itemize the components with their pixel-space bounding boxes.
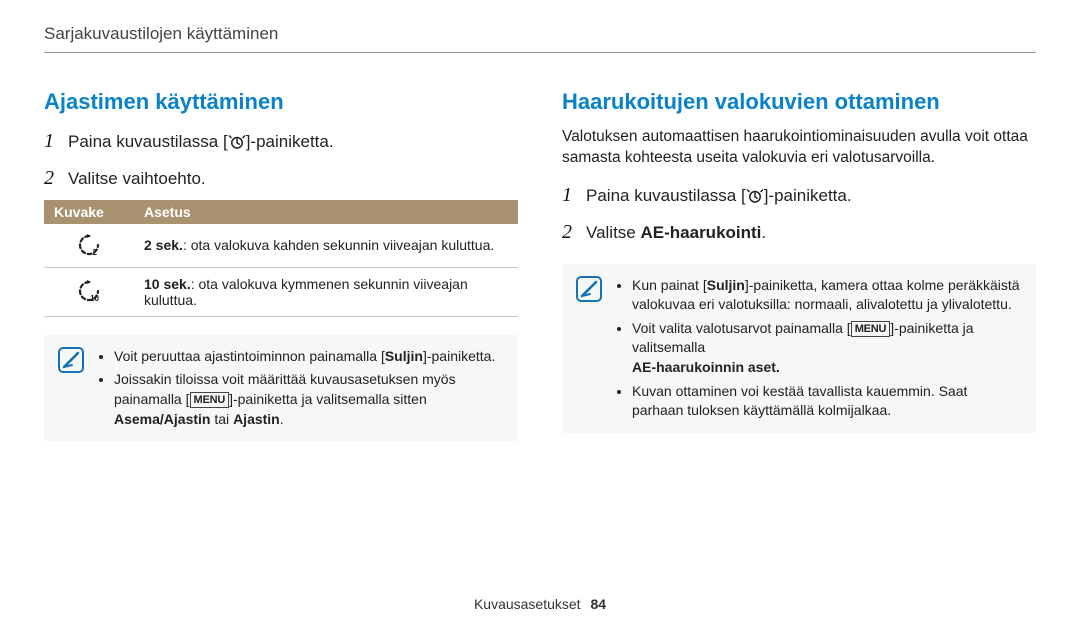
right-step2-a: Valitse (586, 223, 641, 242)
right-step-2: 2 Valitse AE-haarukointi. (562, 218, 1036, 246)
right-step-1: 1 Paina kuvaustilassa [ ]-painiketta. (562, 181, 1036, 212)
footer-section: Kuvausasetukset (474, 596, 581, 612)
menu-icon: MENU (190, 392, 230, 408)
menu-icon: MENU (851, 321, 891, 337)
note-bullet: Voit peruuttaa ajastintoiminnon painamal… (114, 347, 504, 367)
th-icon: Kuvake (44, 200, 134, 224)
text: ]-painiketta. (423, 348, 495, 364)
right-step2-bold: AE-haarukointi (641, 223, 762, 242)
note-bullet: Kuvan ottaminen voi kestää tavallista ka… (632, 382, 1022, 421)
left-note: Voit peruuttaa ajastintoiminnon painamal… (44, 335, 518, 441)
left-heading: Ajastimen käyttäminen (44, 89, 518, 115)
table-row: 10 10 sek.: ota valokuva kymmenen sekunn… (44, 267, 518, 316)
note-bold: Suljin (707, 277, 745, 293)
note-bullet: Voit valita valotusarvot painamalla [MEN… (632, 319, 1022, 378)
step-number: 1 (562, 181, 576, 209)
note-bold: AE-haarukoinnin aset. (632, 359, 780, 375)
row1-rest: : ota valokuva kahden sekunnin viiveajan… (183, 237, 494, 253)
svg-text:10: 10 (90, 294, 99, 302)
note-bullet: Kun painat [Suljin]-painiketta, kamera o… (632, 276, 1022, 315)
left-column: Ajastimen käyttäminen 1 Paina kuvaustila… (44, 89, 518, 441)
right-step1-a: Paina kuvaustilassa [ (586, 186, 746, 205)
right-step2-end: . (761, 223, 766, 242)
text: . (280, 411, 284, 427)
note-bold: Suljin (385, 348, 423, 364)
text: ]-painiketta ja valitsemalla sitten (229, 391, 427, 407)
footer-page-number: 84 (590, 596, 606, 612)
th-setting: Asetus (134, 200, 518, 224)
left-step-1: 1 Paina kuvaustilassa [ ]-painiketta. (44, 127, 518, 158)
left-step1-a: Paina kuvaustilassa [ (68, 132, 228, 151)
table-row: 2 2 sek.: ota valokuva kahden sekunnin v… (44, 224, 518, 268)
step-number: 2 (562, 218, 576, 246)
timer-2s-icon: 2 (77, 243, 101, 259)
row2-rest: : ota valokuva kymmenen sekunnin viiveaj… (144, 276, 468, 308)
burst-timer-icon (228, 133, 246, 158)
page-footer: Kuvausasetukset 84 (0, 596, 1080, 612)
timer-10s-icon: 10 (77, 289, 101, 305)
timer-options-table: Kuvake Asetus 2 (44, 200, 518, 317)
svg-text:2: 2 (93, 248, 98, 256)
breadcrumb: Sarjakuvaustilojen käyttäminen (44, 24, 1036, 53)
note-bold: Ajastin (233, 411, 280, 427)
step-number: 1 (44, 127, 58, 155)
step-number: 2 (44, 164, 58, 192)
note-icon (58, 347, 84, 429)
text: Voit valita valotusarvot painamalla [ (632, 320, 851, 336)
note-bullet: Joissakin tiloissa voit määrittää kuvaus… (114, 370, 504, 429)
right-note: Kun painat [Suljin]-painiketta, kamera o… (562, 264, 1036, 433)
right-heading: Haarukoitujen valokuvien ottaminen (562, 89, 1036, 115)
burst-timer-icon (746, 187, 764, 212)
right-intro: Valotuksen automaattisen haarukointiomin… (562, 127, 1036, 169)
row1-bold: 2 sek. (144, 237, 183, 253)
text: Kuvan ottaminen voi kestää tavallista ka… (632, 383, 967, 419)
note-icon (576, 276, 602, 421)
row2-bold: 10 sek. (144, 276, 191, 292)
text: Kun painat [ (632, 277, 707, 293)
left-step1-b: ]-painiketta. (246, 132, 334, 151)
left-step-2: 2 Valitse vaihtoehto. (44, 164, 518, 192)
left-step2-text: Valitse vaihtoehto. (68, 167, 206, 191)
right-step1-b: ]-painiketta. (764, 186, 852, 205)
text: tai (210, 411, 233, 427)
right-column: Haarukoitujen valokuvien ottaminen Valot… (562, 89, 1036, 433)
note-bold: Asema/Ajastin (114, 411, 210, 427)
text: Voit peruuttaa ajastintoiminnon painamal… (114, 348, 385, 364)
